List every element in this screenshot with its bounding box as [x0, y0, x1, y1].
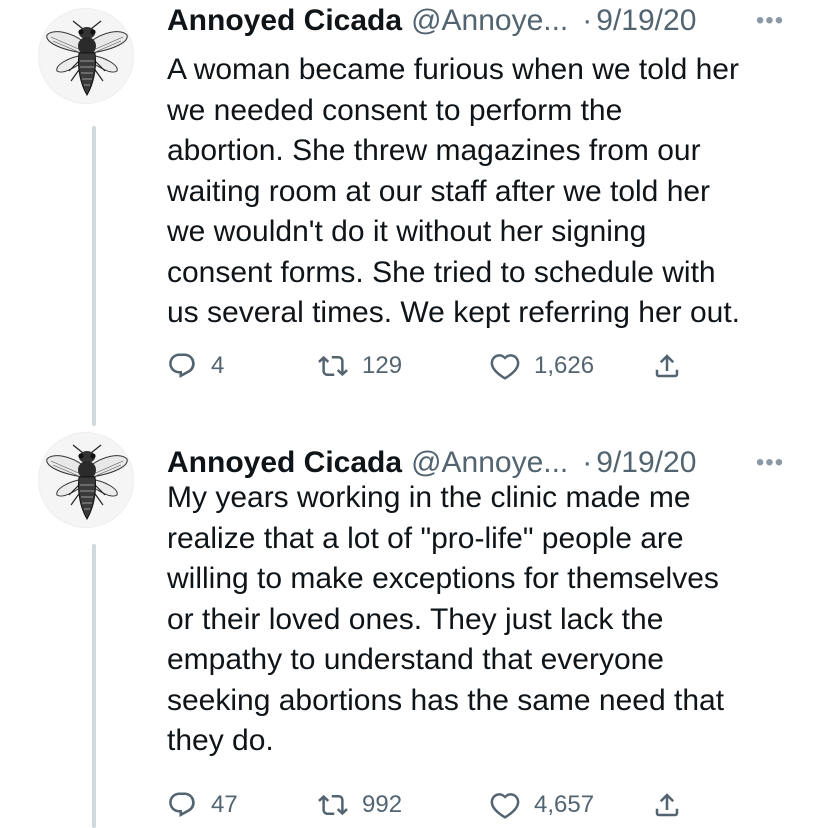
author-handle[interactable]: @Annoye... — [411, 0, 568, 42]
heart-icon — [490, 790, 520, 820]
retweet-button[interactable]: 992 — [318, 785, 402, 825]
retweet-count: 129 — [362, 352, 403, 379]
share-button[interactable] — [652, 346, 682, 386]
reply-button[interactable]: 4 — [167, 346, 224, 386]
separator-dot: · — [582, 4, 593, 37]
like-count: 4,657 — [534, 791, 595, 818]
reply-icon — [167, 351, 197, 381]
reply-button[interactable]: 47 — [167, 785, 238, 825]
cicada-icon — [39, 9, 134, 104]
like-button[interactable]: 4,657 — [490, 785, 594, 825]
share-button[interactable] — [652, 785, 682, 825]
retweet-icon — [318, 790, 348, 820]
tweet-actions: 4 129 1,626 — [0, 346, 828, 386]
tweet-header: Annoyed Cicada @Annoye... · 9/19/20 ••• — [167, 0, 792, 42]
author-display-name[interactable]: Annoyed Cicada — [167, 0, 402, 42]
tweet-text: A woman became furious when we told her … — [167, 53, 741, 329]
retweet-count: 992 — [362, 791, 403, 818]
cicada-icon — [39, 433, 134, 528]
reply-icon — [167, 790, 197, 820]
heart-icon — [490, 351, 520, 381]
reply-count: 4 — [211, 352, 225, 379]
retweet-icon — [318, 351, 348, 381]
tweet-text: My years working in the clinic made me r… — [167, 481, 725, 757]
more-options-icon[interactable]: ••• — [752, 0, 788, 42]
tweet-date[interactable]: 9/19/20 — [596, 0, 696, 42]
tweet-actions: 47 992 4,657 — [0, 785, 828, 825]
share-icon — [652, 351, 682, 381]
retweet-button[interactable]: 129 — [318, 346, 402, 386]
share-icon — [652, 790, 682, 820]
avatar[interactable] — [38, 8, 134, 104]
like-button[interactable]: 1,626 — [490, 346, 594, 386]
tweet[interactable]: Annoyed Cicada @Annoye... · 9/19/20 ••• … — [0, 0, 828, 426]
reply-count: 47 — [211, 791, 238, 818]
tweet[interactable]: Annoyed Cicada @Annoye... · 9/19/20 ••• … — [0, 412, 828, 828]
avatar[interactable] — [38, 432, 134, 528]
like-count: 1,626 — [534, 352, 595, 379]
